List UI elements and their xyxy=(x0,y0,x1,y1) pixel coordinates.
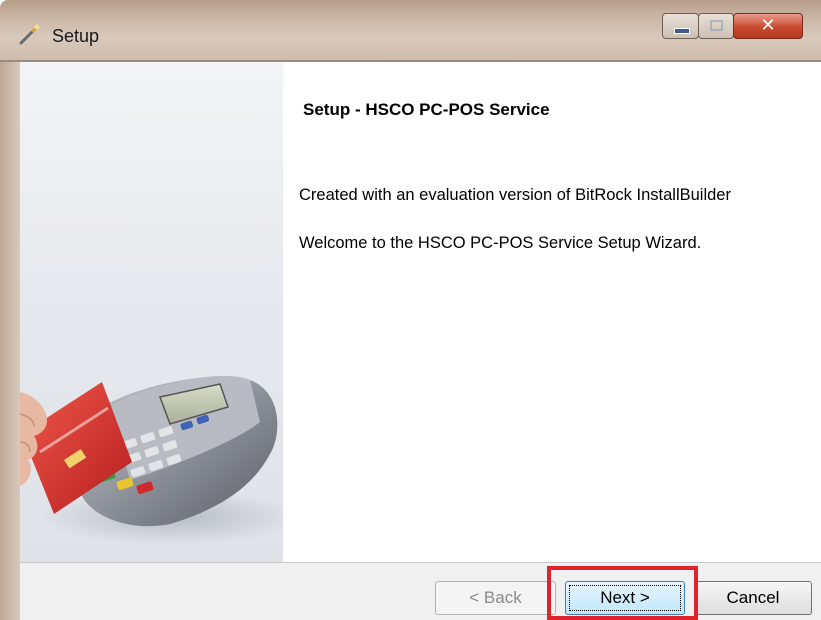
close-icon: ✕ xyxy=(760,15,776,36)
maximize-button[interactable] xyxy=(698,13,734,39)
minimize-button[interactable] xyxy=(662,13,699,39)
window-frame-left xyxy=(0,62,20,620)
minimize-icon xyxy=(674,28,690,34)
close-button[interactable]: ✕ xyxy=(733,13,803,39)
welcome-text: Welcome to the HSCO PC-POS Service Setup… xyxy=(299,234,702,252)
setup-window: Setup ✕ Setup - HSCO PC-POS Service Crea… xyxy=(0,0,821,620)
page-title: Setup - HSCO PC-POS Service xyxy=(303,100,550,119)
back-button[interactable]: < Back xyxy=(435,581,556,615)
button-bar: < Back Next > Cancel xyxy=(20,562,821,620)
setup-wand-icon xyxy=(19,24,40,45)
window-title: Setup xyxy=(52,26,100,46)
pos-terminal-illustration xyxy=(20,375,283,545)
title-bar[interactable]: Setup ✕ xyxy=(0,0,821,62)
evaluation-notice: Created with an evaluation version of Bi… xyxy=(299,186,731,204)
maximize-icon xyxy=(710,20,723,31)
side-banner-image xyxy=(20,62,283,562)
cancel-button[interactable]: Cancel xyxy=(694,581,812,615)
next-button-highlight xyxy=(547,566,698,620)
wizard-content: Setup - HSCO PC-POS Service Created with… xyxy=(283,62,821,562)
